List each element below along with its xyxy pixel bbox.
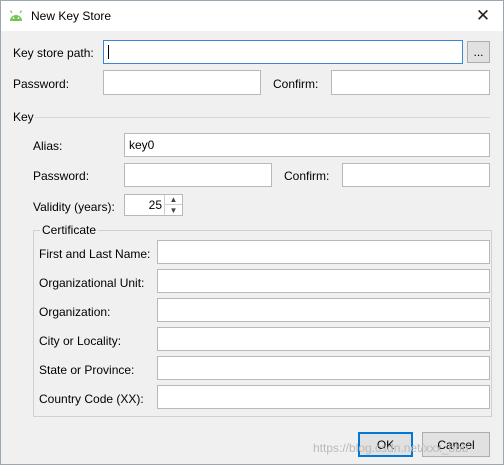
close-button[interactable]: ✕: [463, 1, 503, 31]
spin-up-icon[interactable]: ▲: [165, 195, 182, 205]
text-cursor: [108, 45, 109, 59]
validity-label: Validity (years):: [33, 200, 115, 214]
store-confirm-input[interactable]: [331, 70, 490, 95]
key-store-path-field[interactable]: [108, 41, 458, 63]
validity-spinner[interactable]: 25 ▲ ▼: [124, 194, 183, 216]
watermark-text: https://blog.csdn.net/xxx_bbb: [313, 441, 469, 455]
key-store-path-label: Key store path:: [13, 46, 94, 60]
state-province-input[interactable]: [157, 356, 490, 380]
country-code-label: Country Code (XX):: [39, 392, 144, 406]
organizational-unit-input[interactable]: [157, 269, 490, 293]
browse-button[interactable]: ...: [467, 41, 490, 63]
store-password-input[interactable]: [103, 70, 261, 95]
key-password-label: Password:: [33, 169, 90, 183]
spin-down-icon[interactable]: ▼: [165, 205, 182, 215]
country-code-input[interactable]: [157, 385, 490, 409]
first-last-name-label: First and Last Name:: [39, 247, 151, 261]
window-title: New Key Store: [31, 9, 112, 23]
title-bar: New Key Store ✕: [1, 1, 503, 31]
organization-input[interactable]: [157, 298, 490, 322]
close-icon: ✕: [475, 6, 491, 25]
organization-label: Organization:: [39, 305, 111, 319]
first-last-name-input[interactable]: [157, 240, 490, 264]
store-password-label: Password:: [13, 77, 70, 91]
key-confirm-input[interactable]: [342, 163, 490, 187]
validity-value: 25: [148, 198, 162, 212]
organizational-unit-label: Organizational Unit:: [39, 276, 145, 290]
certificate-group-title: Certificate: [40, 223, 99, 237]
state-province-label: State or Province:: [39, 363, 135, 377]
android-icon: [9, 10, 23, 21]
key-store-path-input[interactable]: [103, 40, 463, 64]
new-key-store-dialog: New Key Store ✕ Key store path: ... Pass…: [0, 0, 504, 465]
alias-label: Alias:: [33, 139, 63, 153]
store-confirm-label: Confirm:: [273, 77, 319, 91]
key-section-label: Key: [13, 110, 34, 124]
alias-input[interactable]: key0: [124, 133, 490, 157]
city-locality-input[interactable]: [157, 327, 490, 351]
key-password-input[interactable]: [124, 163, 272, 187]
city-locality-label: City or Locality:: [39, 334, 122, 348]
key-section-divider: [35, 117, 490, 118]
key-confirm-label: Confirm:: [284, 169, 330, 183]
